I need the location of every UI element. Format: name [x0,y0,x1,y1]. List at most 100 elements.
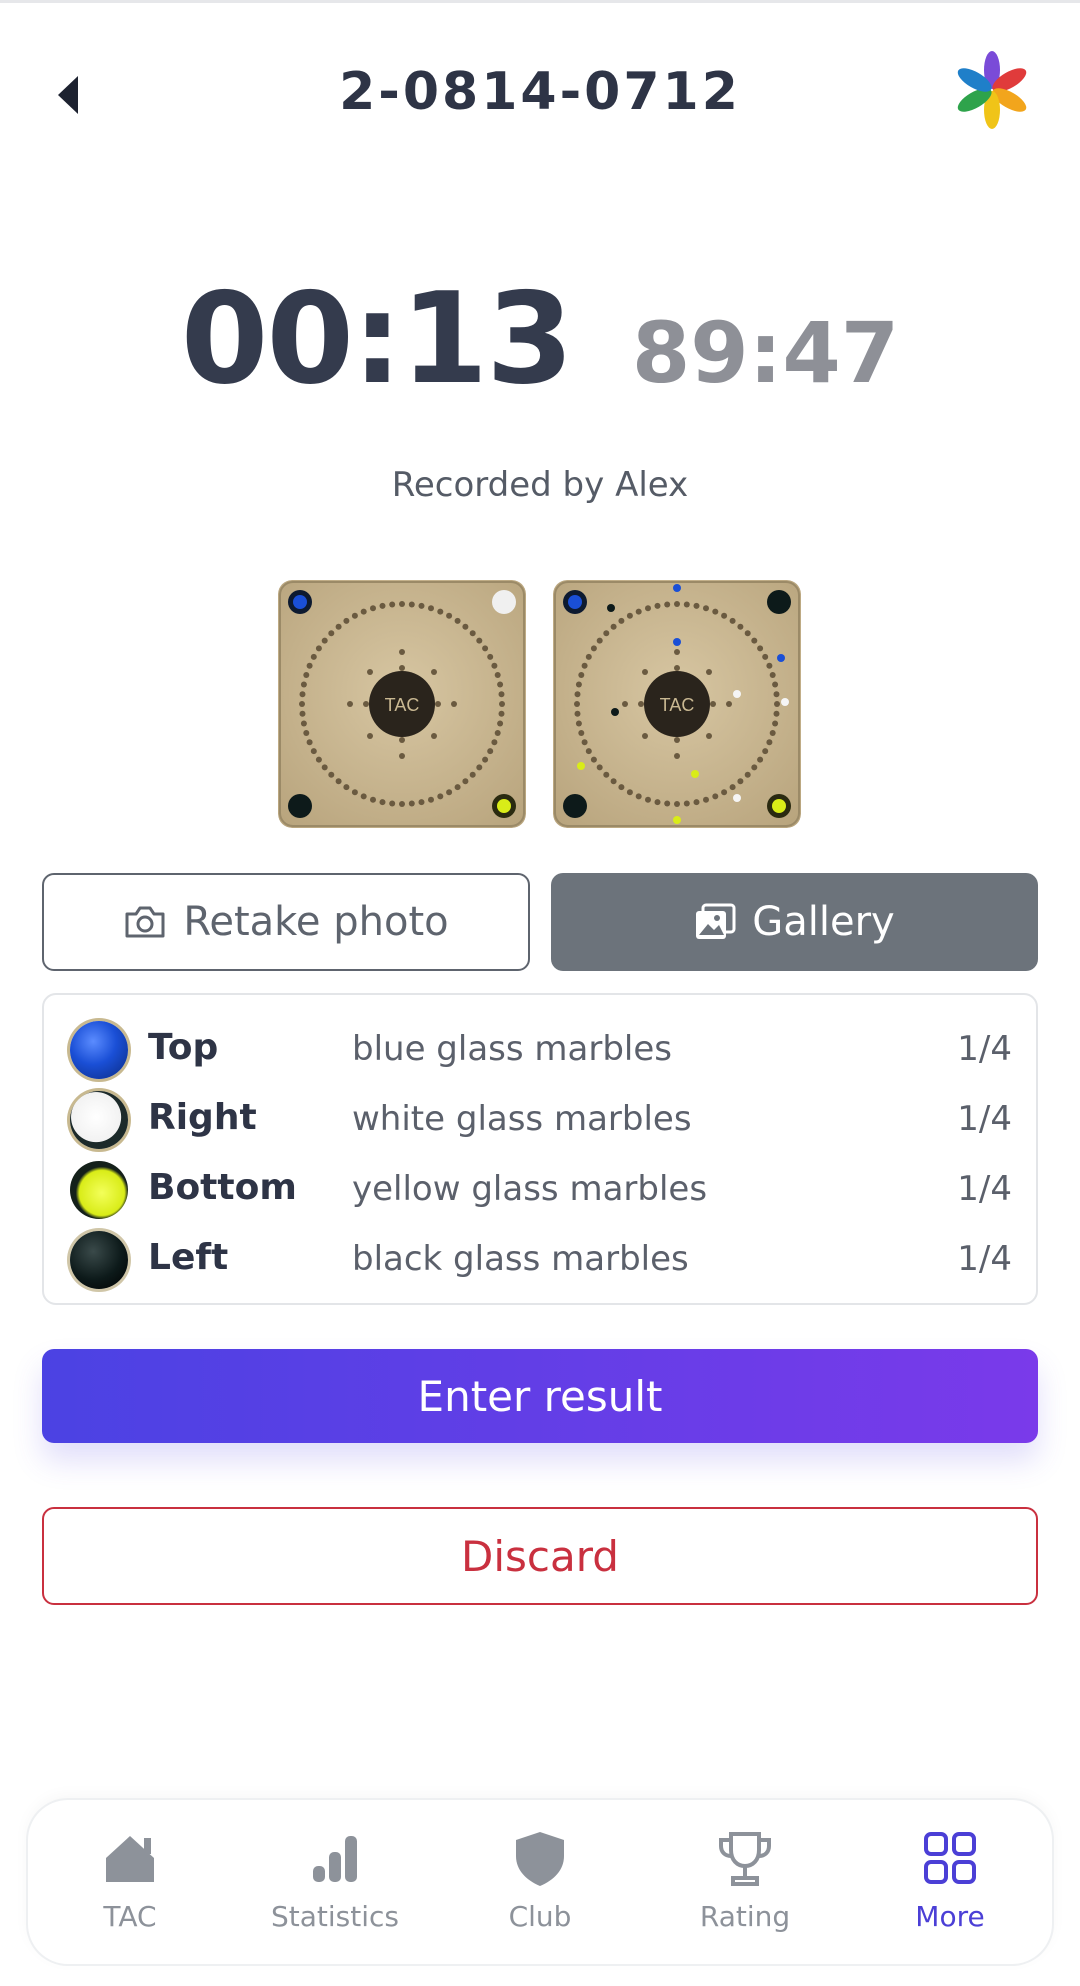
board-hole [498,691,505,698]
player-marbles: white glass marbles [352,1099,692,1139]
player-row-right[interactable]: Right white glass marbles 1/4 [44,1085,1040,1155]
board-hole [638,701,644,707]
grid-icon [924,1832,976,1884]
player-fraction: 1/4 [957,1169,1012,1209]
board-hole [674,737,680,743]
board-hole [574,701,580,707]
nav-label: Club [508,1900,572,1933]
board-hole [497,720,504,727]
enter-result-button[interactable]: Enter result [42,1349,1038,1443]
board-hole [328,630,335,637]
board-hole [367,669,373,675]
board-hole [462,623,469,630]
board-hole [693,799,700,806]
nav-rating[interactable]: Rating [643,1800,847,1964]
board-hole [726,701,732,707]
page-title: 2-0814-0712 [339,62,741,122]
retake-photo-button[interactable]: Retake photo [42,873,530,971]
board-logo-text: TAC [660,695,695,715]
board-hole [674,801,680,807]
photo-strip: TAC TAC [278,580,803,830]
board-hole [729,784,736,791]
recorded-by-text: Recorded by Alex [391,465,689,505]
board-hole [578,672,585,678]
app-logo-icon[interactable] [952,50,1032,130]
board-hole [590,645,597,652]
board-hole [574,710,581,717]
board-hole [645,605,651,612]
white-marble-icon [70,1091,128,1149]
remaining-time: 89:47 [631,304,900,402]
board-hole [335,778,342,785]
board-hole [596,637,603,644]
players-table: Top blue glass marbles 1/4 Right white g… [42,993,1038,1305]
board-hole [703,796,709,803]
board-hole [654,799,661,806]
camera-icon [125,906,165,938]
board-hole [626,612,633,619]
board-hole [469,630,476,637]
board-hole [299,701,305,707]
board-hole [487,653,494,660]
board-hole [482,756,489,763]
player-row-bottom[interactable]: Bottom yellow glass marbles 1/4 [44,1155,1040,1225]
board-hole [575,681,582,688]
bar-chart-icon [313,1836,357,1882]
board-hole [462,778,469,785]
board-hole [482,645,489,652]
board-hole [370,605,376,612]
player-position: Top [148,1027,219,1068]
board-hole [737,778,744,785]
trophy-icon [719,1832,771,1886]
nav-statistics[interactable]: Statistics [233,1800,437,1964]
board-hole [399,649,405,655]
nav-club[interactable]: Club [438,1800,642,1964]
board-hole [581,739,588,746]
discard-button[interactable]: Discard [42,1507,1038,1605]
board-hole [437,793,444,800]
board-photo-after[interactable]: TAC [553,580,801,828]
nav-label: Statistics [271,1900,399,1933]
player-row-left[interactable]: Left black glass marbles 1/4 [44,1225,1040,1295]
board-hole [399,601,405,607]
gallery-button[interactable]: Gallery [551,873,1038,971]
player-fraction: 1/4 [957,1239,1012,1279]
board-hole [744,771,751,778]
board-hole [772,681,779,688]
board-hole [766,662,773,669]
nav-more[interactable]: More [848,1800,1052,1964]
board-hole [303,730,310,736]
nav-label: More [915,1900,985,1933]
board-hole [757,756,764,763]
blue-marble-icon [70,1021,128,1079]
board-hole [674,649,680,655]
board-hole [321,764,328,771]
board-hole [581,662,588,669]
board-hole [476,637,483,644]
board-hole [622,701,628,707]
board-hole [303,672,310,678]
board-hole [618,784,625,791]
player-row-top[interactable]: Top blue glass marbles 1/4 [44,1015,1040,1085]
gallery-label: Gallery [752,899,895,945]
board-hole [751,637,758,644]
gallery-icon [696,903,736,939]
board-hole [494,730,501,736]
elapsed-time: 00:13 [180,265,574,412]
board-photo-before[interactable]: TAC [278,580,526,828]
board-hole [310,653,317,660]
board-hole [610,778,617,785]
board-hole [491,739,498,746]
board-hole [399,737,405,743]
board-image: TAC [553,580,801,828]
nav-label: Rating [699,1900,791,1933]
board-hole [363,701,369,707]
board-hole [321,637,328,644]
board-hole [596,764,603,771]
board-hole [729,617,736,624]
board-hole [603,630,610,637]
board-hole [367,733,373,739]
board-hole [706,669,712,675]
board-logo-text: TAC [385,695,420,715]
nav-tac[interactable]: TAC [28,1800,232,1964]
